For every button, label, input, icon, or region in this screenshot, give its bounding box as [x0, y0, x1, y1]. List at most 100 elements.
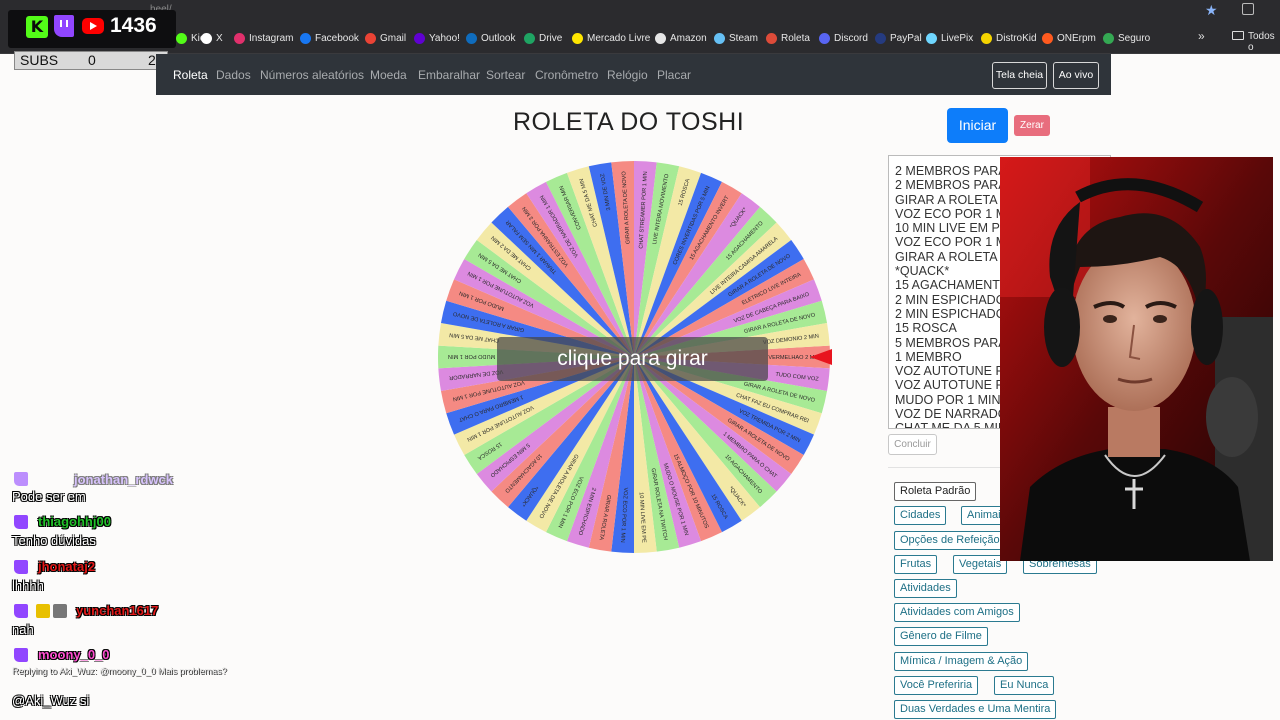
- nav-relogio[interactable]: Relógio: [607, 68, 648, 82]
- bookmark-paypal[interactable]: PayPal: [875, 31, 922, 45]
- chat-username[interactable]: jhonataj2: [38, 559, 95, 574]
- subs-label: SUBS: [20, 52, 59, 68]
- subs-current: 0: [88, 52, 96, 68]
- live-button[interactable]: Ao vivo: [1053, 62, 1099, 89]
- nav-numeros-aleatorios[interactable]: Números aleatórios: [260, 68, 364, 82]
- bookmark-favicon-icon: [766, 32, 777, 44]
- bookmark-gmail[interactable]: Gmail: [365, 31, 406, 45]
- bookmark-x[interactable]: X: [201, 31, 223, 45]
- preset-frutas[interactable]: Frutas: [894, 555, 938, 574]
- bookmark-favicon-icon: [414, 32, 425, 44]
- nav-placar[interactable]: Placar: [657, 68, 691, 82]
- chat-emote-icon: [53, 604, 67, 618]
- start-button[interactable]: Iniciar: [947, 108, 1008, 143]
- browser-tab-strip: heel/ ★: [0, 0, 1280, 22]
- preset-atividades[interactable]: Atividades: [894, 579, 957, 598]
- bookmark-distrokid[interactable]: DistroKid: [981, 31, 1037, 45]
- all-bookmarks-label[interactable]: Todos o: [1248, 31, 1280, 53]
- chat-message: Pode ser em: [12, 489, 86, 504]
- bookmark-mercado-livre[interactable]: Mercado Livre: [572, 31, 650, 45]
- preset-cidades[interactable]: Cidades: [894, 506, 947, 525]
- bookmark-label: Drive: [539, 32, 563, 44]
- bookmark-favicon-icon: [466, 32, 477, 44]
- bookmark-drive[interactable]: Drive: [524, 31, 562, 45]
- spin-prompt[interactable]: clique para girar: [497, 337, 768, 381]
- screen: heel/ ★ KickXInstagramFacebookGmailYahoo…: [0, 0, 1280, 720]
- folder-icon[interactable]: [1232, 31, 1244, 40]
- preset-genero-filme[interactable]: Gênero de Filme: [894, 627, 988, 646]
- wheel-title: ROLETA DO TOSHI: [513, 108, 745, 136]
- reset-button[interactable]: Zerar: [1014, 115, 1050, 136]
- bookmark-label: Mercado Livre: [587, 32, 651, 44]
- fullscreen-button[interactable]: Tela cheia: [992, 62, 1047, 89]
- preset-roleta-padrao[interactable]: Roleta Padrão: [894, 482, 977, 501]
- conclude-button[interactable]: Concluir: [888, 434, 937, 455]
- chat-message: Tenho dúvidas: [12, 533, 96, 548]
- more-bookmarks-chevron-icon[interactable]: »: [1198, 29, 1205, 43]
- bookmark-star-icon[interactable]: ★: [1205, 2, 1218, 19]
- bookmark-favicon-icon: [981, 32, 992, 44]
- bookmark-label: Amazon: [670, 32, 707, 44]
- nav-dados[interactable]: Dados: [216, 68, 251, 82]
- wheel-segment-label: MUDO POR 1 MIN: [448, 353, 495, 359]
- chat-username[interactable]: yunchan1617: [76, 603, 158, 618]
- bookmark-outlook[interactable]: Outlook: [466, 31, 515, 45]
- nav-sortear[interactable]: Sortear: [486, 68, 525, 82]
- bookmark-label: Steam: [729, 32, 758, 44]
- bookmark-instagram[interactable]: Instagram: [234, 31, 293, 45]
- preset-eu-nunca[interactable]: Eu Nunca: [994, 676, 1055, 695]
- bookmark-label: Seguro: [1118, 32, 1151, 44]
- bookmark-favicon-icon: [875, 32, 886, 44]
- nav-embaralhar[interactable]: Embaralhar: [418, 68, 480, 82]
- bookmark-favicon-icon: [234, 32, 245, 44]
- chat-message: nah: [12, 622, 34, 637]
- bookmark-favicon-icon: [819, 32, 830, 44]
- chat-username[interactable]: jonathan_rdwck: [74, 472, 173, 487]
- bookmark-label: Facebook: [315, 32, 359, 44]
- preset-mimica[interactable]: Mímica / Imagem & Ação: [894, 652, 1029, 671]
- bookmark-yahoo[interactable]: Yahoo!: [414, 31, 460, 45]
- chat-badge-icon: [14, 604, 28, 618]
- bookmark-favicon-icon: [1103, 32, 1114, 44]
- preset-duas-verdades[interactable]: Duas Verdades e Uma Mentira: [894, 700, 1057, 719]
- bookmark-favicon-icon: [655, 32, 666, 44]
- chat-badge-icon: [14, 648, 28, 662]
- bookmark-label: Roleta: [781, 32, 810, 44]
- bookmark-favicon-icon: [714, 32, 725, 44]
- preset-atividades-amigos[interactable]: Atividades com Amigos: [894, 603, 1020, 622]
- bookmark-favicon-icon: [201, 32, 212, 44]
- youtube-logo-icon: [82, 18, 104, 34]
- bookmark-livepix[interactable]: LivePix: [926, 31, 973, 45]
- bookmark-facebook[interactable]: Facebook: [300, 31, 359, 45]
- chat-emote-icon: [36, 604, 50, 618]
- extensions-icon[interactable]: [1242, 3, 1254, 15]
- bookmark-seguro[interactable]: Seguro: [1103, 31, 1150, 45]
- bookmark-label: LivePix: [941, 32, 974, 44]
- bookmark-roleta[interactable]: Roleta: [766, 31, 810, 45]
- bookmark-favicon-icon: [572, 32, 583, 44]
- streamer-image: [1000, 157, 1273, 561]
- wheel-pointer-icon: [810, 349, 832, 365]
- bookmark-label: Discord: [834, 32, 868, 44]
- bookmark-favicon-icon: [176, 32, 187, 44]
- bookmark-amazon[interactable]: Amazon: [655, 31, 707, 45]
- webcam-feed: [1000, 157, 1273, 561]
- preset-refeicao[interactable]: Opções de Refeição: [894, 531, 1006, 550]
- chat-username[interactable]: moony_0_0: [38, 647, 110, 662]
- chat-username[interactable]: thiagohhj00: [38, 514, 111, 529]
- bookmark-favicon-icon: [524, 32, 535, 44]
- preset-voce-preferiria[interactable]: Você Preferiria: [894, 676, 979, 695]
- bookmark-steam[interactable]: Steam: [714, 31, 758, 45]
- bookmark-label: Instagram: [249, 32, 294, 44]
- bookmarks-bar: KickXInstagramFacebookGmailYahoo!Outlook…: [0, 22, 1280, 54]
- bookmark-favicon-icon: [1042, 32, 1053, 44]
- nav-moeda[interactable]: Moeda: [370, 68, 407, 82]
- nav-roleta[interactable]: Roleta: [173, 68, 208, 82]
- bookmark-discord[interactable]: Discord: [819, 31, 868, 45]
- bookmark-label: X: [216, 32, 223, 44]
- bookmark-label: Outlook: [481, 32, 516, 44]
- nav-cronometro[interactable]: Cronômetro: [535, 68, 598, 82]
- twitch-logo-icon: [54, 15, 74, 37]
- bookmark-label: Yahoo!: [429, 32, 460, 44]
- bookmark-onerpm[interactable]: ONErpm: [1042, 31, 1096, 45]
